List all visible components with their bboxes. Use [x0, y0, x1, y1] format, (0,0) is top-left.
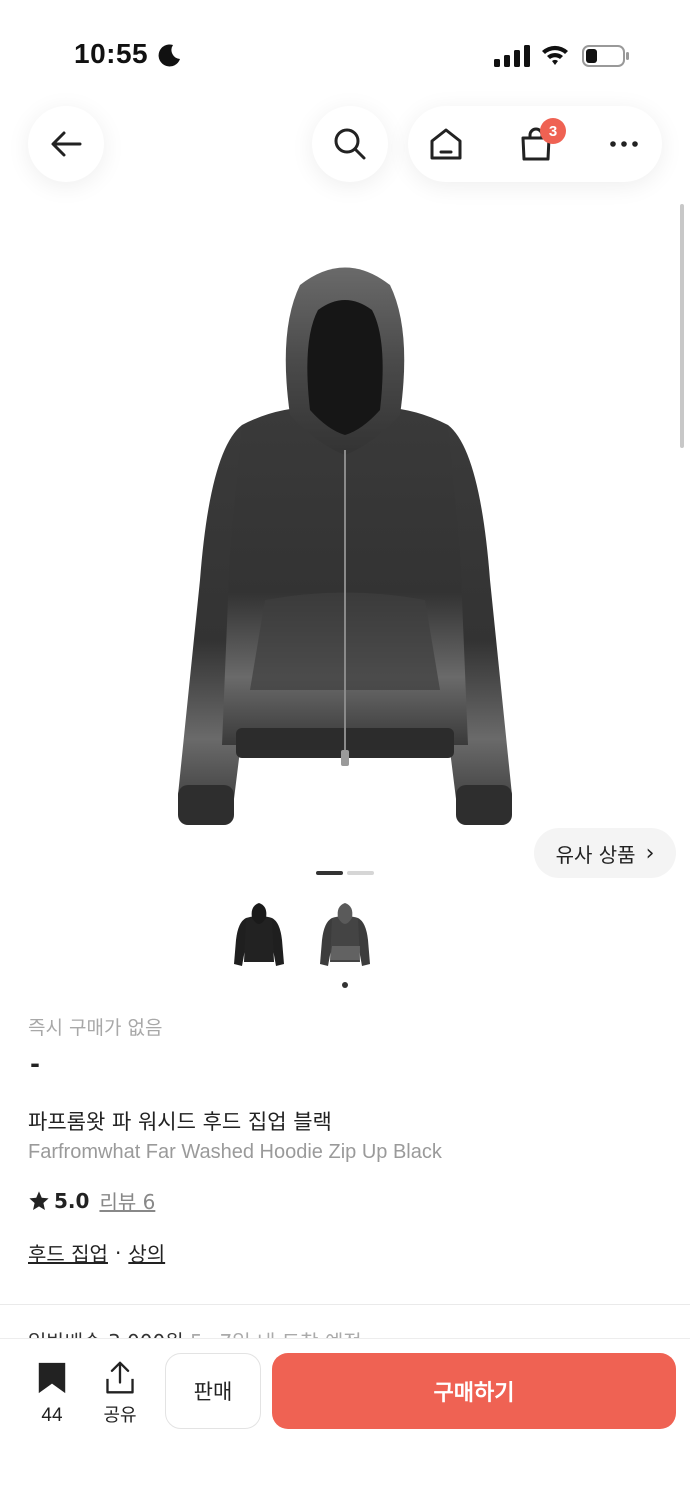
- wifi-icon: [542, 45, 568, 65]
- price: -: [30, 1050, 40, 1078]
- back-button[interactable]: [28, 106, 104, 182]
- share-label: 공유: [103, 1405, 137, 1426]
- star-icon: [29, 1190, 49, 1210]
- battery-icon: [582, 45, 629, 67]
- review-link[interactable]: 리뷰 6: [99, 1186, 155, 1215]
- category-breadcrumb: 후드 집업 · 상의: [28, 1238, 165, 1267]
- shipping-fee: 일반배송 3,000원: [28, 1330, 184, 1338]
- share-button[interactable]: 공유: [96, 1361, 144, 1427]
- moon-icon: [158, 44, 180, 67]
- status-time: 10:55: [74, 38, 149, 69]
- home-icon: [430, 128, 462, 160]
- home-button[interactable]: [426, 124, 466, 164]
- sell-button[interactable]: 판매: [165, 1353, 261, 1429]
- rating-row: 5.0 리뷰 6: [28, 1186, 155, 1215]
- bottom-action-bar: 44 공유 판매 구매하기: [0, 1338, 690, 1500]
- cart-count-badge: 3: [540, 118, 566, 144]
- search-icon: [334, 128, 366, 160]
- search-button[interactable]: [312, 106, 388, 182]
- gallery-page-indicator: [347, 871, 374, 875]
- product-thumbnail-2[interactable]: [318, 900, 372, 972]
- status-bar: 10:55: [0, 0, 690, 100]
- more-button[interactable]: [604, 124, 644, 164]
- scrollbar[interactable]: [680, 204, 684, 448]
- bookmark-icon: [38, 1362, 66, 1394]
- similar-products-label: 유사 상품: [555, 842, 636, 867]
- signal-icon: [494, 45, 530, 67]
- product-title-korean: 파프롬왓 파 워시드 후드 집업 블랙: [28, 1110, 332, 1134]
- nav-actions-group: 3: [408, 106, 662, 182]
- more-icon: [610, 141, 638, 147]
- product-title-english: Farfromwhat Far Washed Hoodie Zip Up Bla…: [28, 1141, 442, 1163]
- section-divider: [0, 1304, 690, 1305]
- category-separator: ·: [114, 1240, 122, 1265]
- back-arrow-icon: [51, 131, 82, 157]
- instant-buy-label: 즉시 구매가 없음: [28, 1017, 163, 1039]
- shipping-eta: 5~7일 내 도착 예정: [190, 1330, 362, 1338]
- product-image[interactable]: [150, 250, 540, 840]
- category-link-tops[interactable]: 상의: [128, 1238, 165, 1267]
- share-icon: [106, 1361, 134, 1394]
- chevron-right-icon: ›: [645, 840, 655, 866]
- rating-value: 5.0: [54, 1188, 90, 1213]
- bookmark-button[interactable]: 44: [30, 1361, 74, 1427]
- buy-button[interactable]: 구매하기: [272, 1353, 676, 1429]
- shipping-info-row[interactable]: 일반배송 3,000원 5~7일 내 도착 예정: [28, 1326, 648, 1338]
- category-link-hood-zip[interactable]: 후드 집업: [28, 1238, 108, 1267]
- thumbnail-selected-dot: [342, 982, 348, 988]
- bookmark-count: 44: [41, 1405, 63, 1426]
- similar-products-button[interactable]: 유사 상품 ›: [534, 828, 676, 878]
- gallery-page-indicator-active: [316, 871, 343, 875]
- product-thumbnail-1[interactable]: [232, 900, 286, 972]
